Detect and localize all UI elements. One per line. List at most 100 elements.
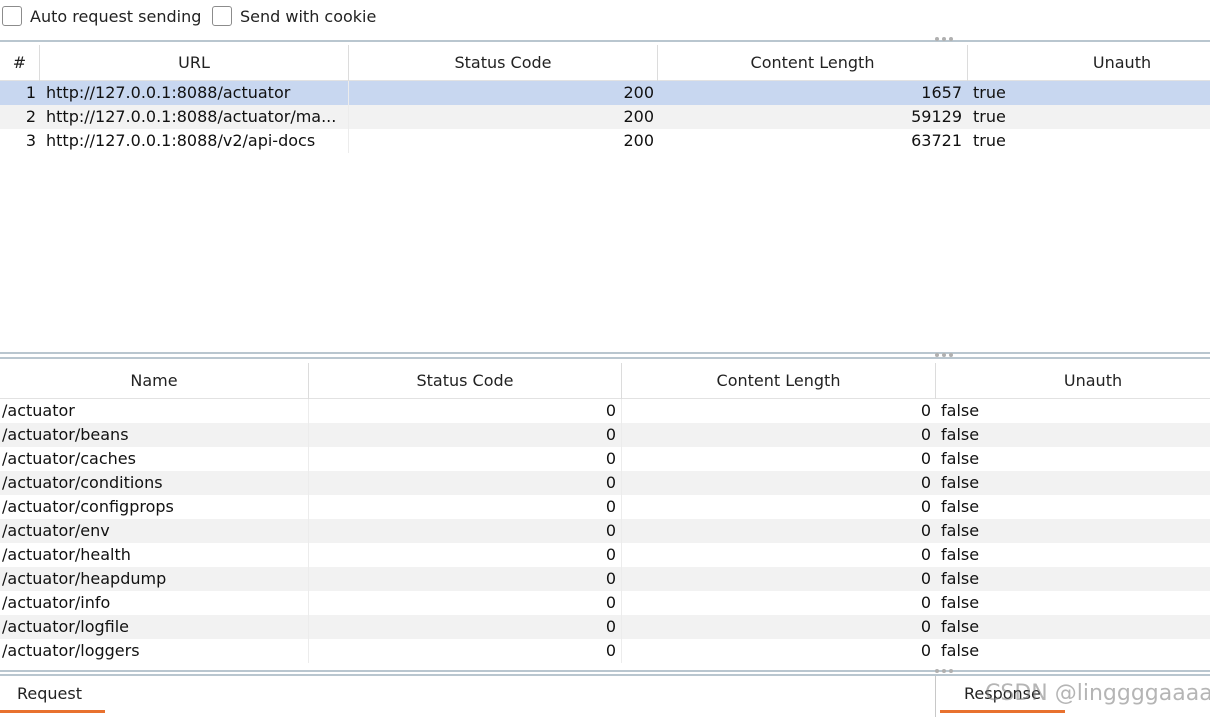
paths-table-body: /actuator 0 0 false/actuator/beans 0 0 false/a…: [0, 399, 1210, 663]
options-toolbar: Auto request sending Send with cookie: [0, 0, 1210, 34]
row-status-code: 0: [309, 543, 622, 567]
table-row[interactable]: /actuator/health 0 0 false: [0, 543, 1210, 567]
row-content-length: 0: [920, 617, 931, 636]
bottom-splitter[interactable]: [0, 668, 1210, 676]
row-unauth: false: [941, 425, 980, 444]
row-status-code: 0: [309, 447, 622, 471]
send-with-cookie-checkbox[interactable]: Send with cookie: [212, 5, 376, 27]
row-name: /actuator/env: [2, 519, 309, 543]
row-content-length: 63721: [911, 131, 962, 150]
checkbox-box[interactable]: [2, 6, 22, 26]
row-unauth: true: [973, 131, 1006, 150]
table-row[interactable]: /actuator/loggers 0 0 false: [0, 639, 1210, 663]
row-status-code: 200: [623, 83, 654, 102]
column-header-unauth[interactable]: Unauth: [936, 363, 1210, 399]
table-row[interactable]: /actuator/beans 0 0 false: [0, 423, 1210, 447]
splitter-grip-icon: [935, 669, 955, 675]
row-content-length: 59129: [911, 107, 962, 126]
row-name: /actuator/health: [2, 543, 309, 567]
row-url: http://127.0.0.1:8088/v2/api-docs: [46, 129, 349, 153]
results-table: # URL Status Code Content Length Unauth …: [0, 45, 1210, 351]
row-status-code: 200: [623, 131, 654, 150]
table-row[interactable]: 2 http://127.0.0.1:8088/actuator/ma... 200…: [0, 105, 1210, 129]
table-row[interactable]: /actuator/caches 0 0 false: [0, 447, 1210, 471]
paths-table-header: Name Status Code Content Length Unauth: [0, 363, 1210, 399]
column-header-unauth[interactable]: Unauth: [968, 45, 1210, 81]
row-name: /actuator/info: [2, 591, 309, 615]
row-number: 3: [25, 131, 36, 150]
row-url: http://127.0.0.1:8088/actuator/ma...: [46, 105, 349, 129]
table-row[interactable]: /actuator 0 0 false: [0, 399, 1210, 423]
column-header-url[interactable]: URL: [40, 45, 349, 81]
row-unauth: false: [941, 593, 980, 612]
row-name: /actuator/configprops: [2, 495, 309, 519]
table-row[interactable]: /actuator/configprops 0 0 false: [0, 495, 1210, 519]
row-status-code: 0: [309, 615, 622, 639]
row-content-length: 0: [920, 425, 931, 444]
row-name: /actuator/loggers: [2, 639, 309, 663]
row-unauth: true: [973, 83, 1006, 102]
active-tab-underline: [0, 710, 105, 713]
auto-request-sending-checkbox[interactable]: Auto request sending: [2, 5, 201, 27]
row-unauth: false: [941, 641, 980, 660]
row-number: 1: [25, 83, 36, 102]
row-unauth: false: [941, 473, 980, 492]
column-header-status-code[interactable]: Status Code: [349, 45, 658, 81]
row-unauth: false: [941, 545, 980, 564]
splitter-line: [0, 352, 1210, 354]
table-row[interactable]: /actuator/info 0 0 false: [0, 591, 1210, 615]
tab-divider: [935, 676, 936, 717]
row-unauth: false: [941, 617, 980, 636]
row-url: http://127.0.0.1:8088/actuator: [46, 81, 349, 105]
paths-table: Name Status Code Content Length Unauth /…: [0, 363, 1210, 666]
row-name: /actuator/caches: [2, 447, 309, 471]
row-name: /actuator: [2, 399, 309, 423]
row-name: /actuator/beans: [2, 423, 309, 447]
row-content-length: 0: [920, 473, 931, 492]
row-status-code: 0: [309, 399, 622, 423]
tab-request-label: Request: [17, 684, 82, 703]
tab-request[interactable]: Request: [0, 679, 105, 713]
column-header-status-code[interactable]: Status Code: [309, 363, 622, 399]
table-row[interactable]: /actuator/conditions 0 0 false: [0, 471, 1210, 495]
column-header-name[interactable]: Name: [0, 363, 309, 399]
row-status-code: 0: [309, 519, 622, 543]
row-content-length: 0: [920, 593, 931, 612]
middle-splitter[interactable]: [0, 352, 1210, 359]
row-content-length: 1657: [921, 83, 962, 102]
row-content-length: 0: [920, 497, 931, 516]
row-status-code: 0: [309, 471, 622, 495]
splitter-line: [0, 357, 1210, 359]
table-row[interactable]: 1 http://127.0.0.1:8088/actuator 200 1657 tr…: [0, 81, 1210, 105]
row-content-length: 0: [920, 545, 931, 564]
auto-request-sending-label: Auto request sending: [30, 6, 202, 26]
row-content-length: 0: [920, 521, 931, 540]
row-status-code: 0: [309, 591, 622, 615]
row-unauth: false: [941, 449, 980, 468]
row-content-length: 0: [920, 401, 931, 420]
table-row[interactable]: /actuator/logfile 0 0 false: [0, 615, 1210, 639]
active-tab-underline: [940, 710, 1065, 713]
row-unauth: true: [973, 107, 1006, 126]
send-with-cookie-label: Send with cookie: [240, 6, 377, 26]
row-status-code: 0: [309, 567, 622, 591]
column-header-content-length[interactable]: Content Length: [658, 45, 968, 81]
row-status-code: 0: [309, 639, 622, 663]
row-name: /actuator/logfile: [2, 615, 309, 639]
table-row[interactable]: /actuator/heapdump 0 0 false: [0, 567, 1210, 591]
row-status-code: 200: [623, 107, 654, 126]
row-unauth: false: [941, 521, 980, 540]
splitter-line: [0, 40, 1210, 42]
column-header-number[interactable]: #: [0, 45, 40, 81]
row-content-length: 0: [920, 449, 931, 468]
table-row[interactable]: /actuator/env 0 0 false: [0, 519, 1210, 543]
checkbox-box[interactable]: [212, 6, 232, 26]
column-header-content-length[interactable]: Content Length: [622, 363, 936, 399]
splitter-grip-icon: [935, 353, 955, 359]
row-number: 2: [25, 107, 36, 126]
row-name: /actuator/conditions: [2, 471, 309, 495]
top-splitter[interactable]: [0, 37, 1210, 44]
table-row[interactable]: 3 http://127.0.0.1:8088/v2/api-docs 200 637…: [0, 129, 1210, 153]
splitter-line: [0, 670, 1210, 672]
results-table-body: 1 http://127.0.0.1:8088/actuator 200 1657 tr…: [0, 81, 1210, 153]
